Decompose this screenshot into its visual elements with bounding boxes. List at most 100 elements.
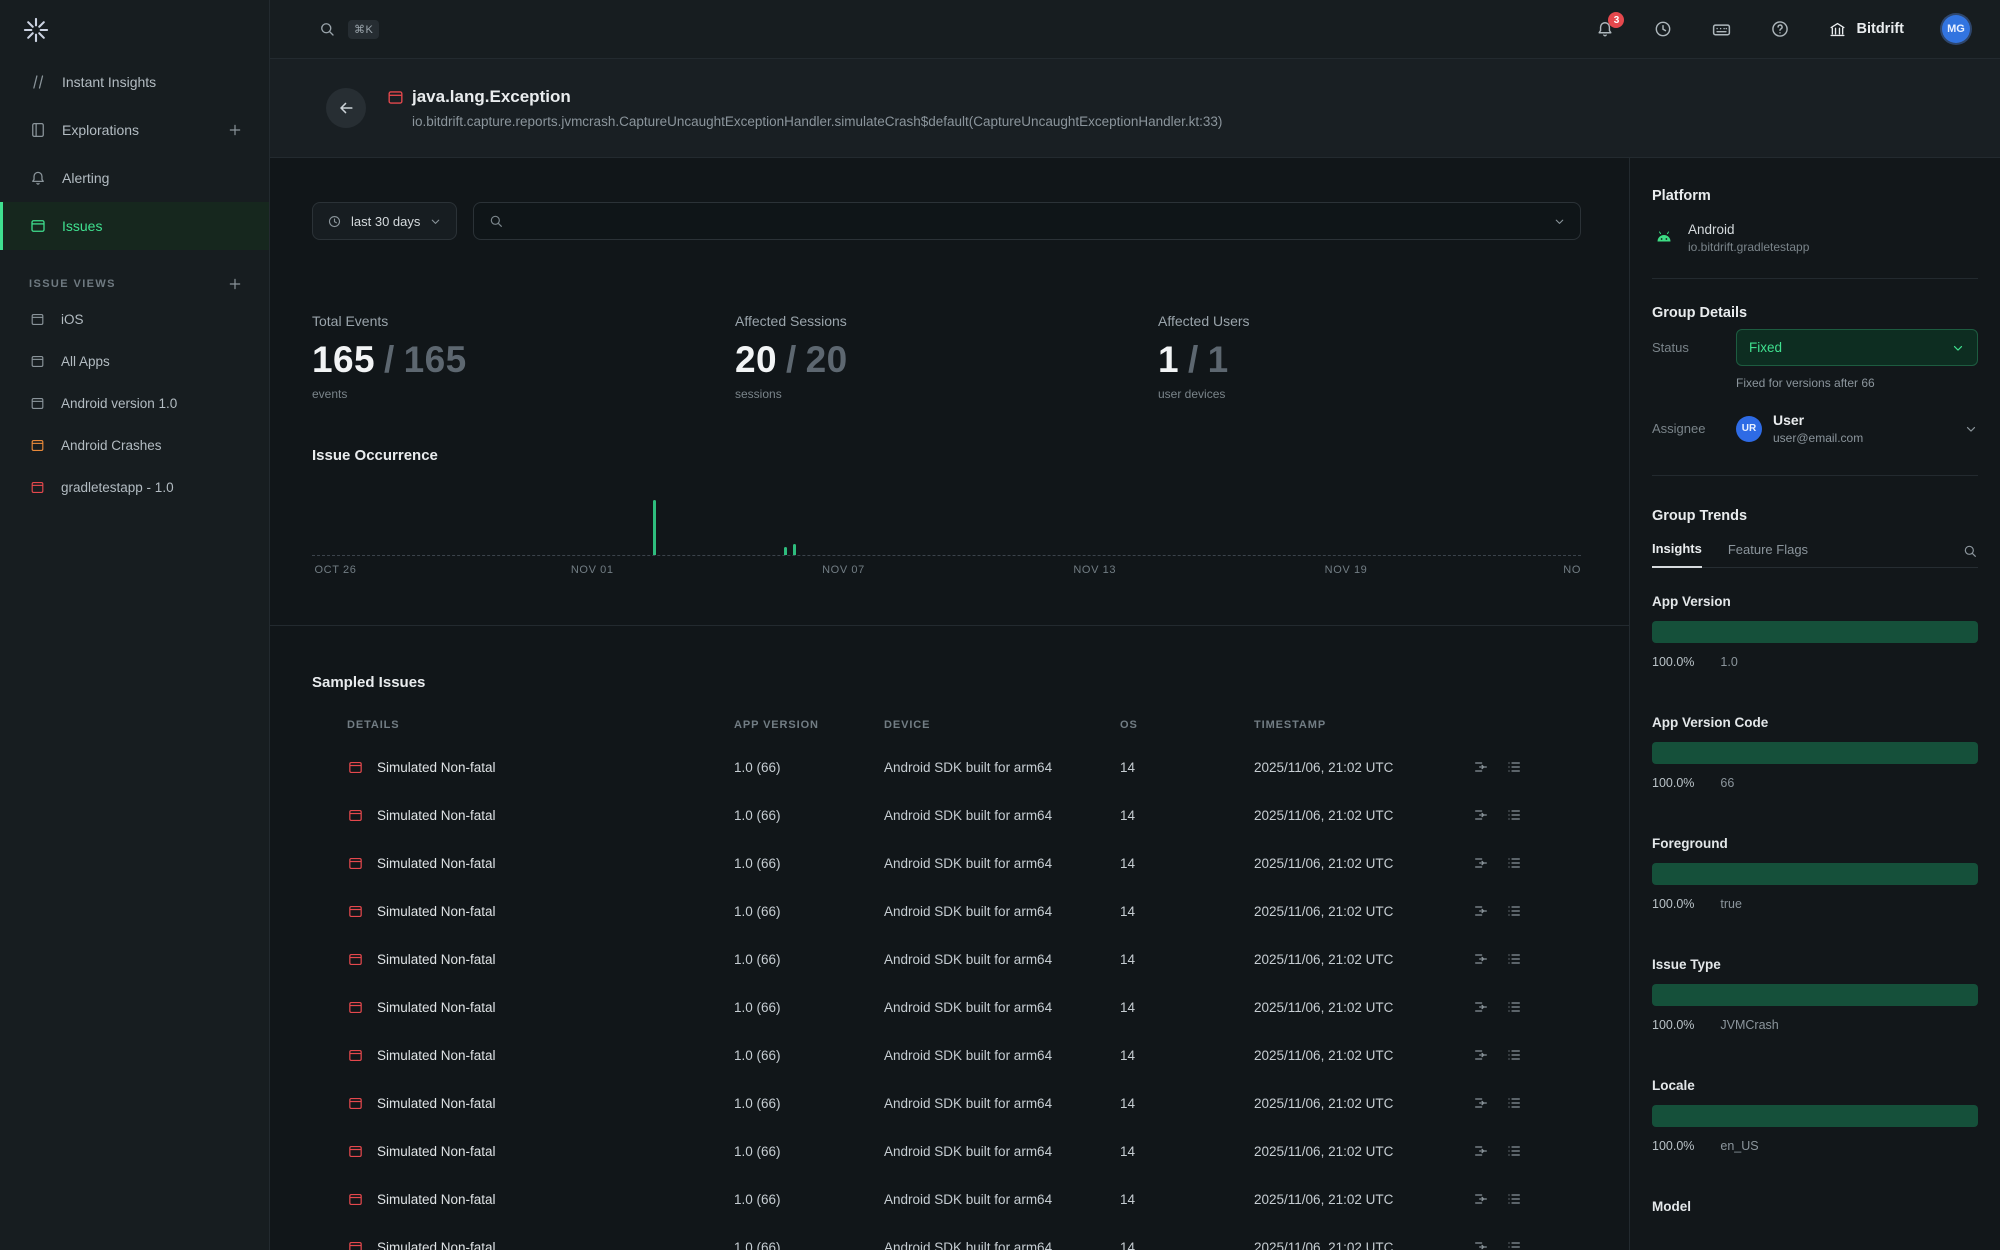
crash-view-icon	[29, 437, 46, 454]
table-row[interactable]: Simulated Non-fatal 1.0 (66) Android SDK…	[347, 1079, 1581, 1127]
open-details-icon[interactable]	[1506, 1047, 1522, 1063]
view-item-label: All Apps	[61, 354, 110, 369]
content: last 30 days	[270, 158, 2000, 1250]
issue-filter-input[interactable]	[514, 214, 1543, 229]
table-row[interactable]: Simulated Non-fatal 1.0 (66) Android SDK…	[347, 1175, 1581, 1223]
insight-bar[interactable]	[1652, 742, 1978, 764]
open-timeline-icon[interactable]	[1473, 1095, 1489, 1111]
row-details: Simulated Non-fatal	[347, 999, 734, 1016]
sidebar-item-instant-insights[interactable]: Instant Insights	[0, 58, 269, 106]
open-timeline-icon[interactable]	[1473, 951, 1489, 967]
chevron-down-icon	[1951, 341, 1965, 355]
open-timeline-icon[interactable]	[1473, 855, 1489, 871]
app-root: Instant Insights Explorations Alerting	[0, 0, 2000, 1250]
table-row[interactable]: Simulated Non-fatal 1.0 (66) Android SDK…	[347, 1223, 1581, 1250]
open-timeline-icon[interactable]	[1473, 807, 1489, 823]
view-item-label: iOS	[61, 312, 84, 327]
platform-title: Platform	[1652, 188, 1978, 204]
table-row[interactable]: Simulated Non-fatal 1.0 (66) Android SDK…	[347, 983, 1581, 1031]
insight-bar[interactable]	[1652, 863, 1978, 885]
sidebar-item-all-apps[interactable]: All Apps	[0, 340, 269, 382]
main-column: ⌘K 3 B	[270, 0, 2000, 1250]
group-trends-block: Group Trends Insights Feature Flags App …	[1652, 476, 1978, 1250]
open-details-icon[interactable]	[1506, 999, 1522, 1015]
sidebar-item-explorations[interactable]: Explorations	[0, 106, 269, 154]
open-timeline-icon[interactable]	[1473, 1191, 1489, 1207]
issue-subtitle: io.bitdrift.capture.reports.jvmcrash.Cap…	[412, 114, 1222, 129]
add-issue-view-button[interactable]	[227, 276, 243, 292]
insight-bar[interactable]	[1652, 1105, 1978, 1127]
insight-meta: 100.0% 66	[1652, 776, 1978, 790]
insight-bar[interactable]	[1652, 984, 1978, 1006]
insight-label: Locale	[1652, 1078, 1978, 1093]
open-details-icon[interactable]	[1506, 855, 1522, 871]
user-avatar[interactable]: MG	[1942, 15, 1970, 43]
open-timeline-icon[interactable]	[1473, 1143, 1489, 1159]
row-timestamp: 2025/11/06, 21:02 UTC	[1254, 1240, 1471, 1250]
tab-feature-flags[interactable]: Feature Flags	[1728, 542, 1808, 567]
open-details-icon[interactable]	[1506, 951, 1522, 967]
tab-insights[interactable]: Insights	[1652, 541, 1702, 568]
sidebar-item-android-crashes[interactable]: Android Crashes	[0, 424, 269, 466]
open-details-icon[interactable]	[1506, 1191, 1522, 1207]
insight-bar[interactable]	[1652, 621, 1978, 643]
insight-label: App Version	[1652, 594, 1978, 609]
open-timeline-icon[interactable]	[1473, 759, 1489, 775]
topbar-actions: 3 Bitdrift MG	[1595, 15, 1970, 43]
table-row[interactable]: Simulated Non-fatal 1.0 (66) Android SDK…	[347, 1127, 1581, 1175]
sidebar-item-alerting[interactable]: Alerting	[0, 154, 269, 202]
global-search[interactable]: ⌘K	[318, 20, 379, 39]
table-row[interactable]: Simulated Non-fatal 1.0 (66) Android SDK…	[347, 887, 1581, 935]
time-range-label: last 30 days	[351, 214, 420, 229]
android-icon	[1652, 226, 1676, 250]
row-timestamp: 2025/11/06, 21:02 UTC	[1254, 856, 1471, 871]
table-row[interactable]: Simulated Non-fatal 1.0 (66) Android SDK…	[347, 743, 1581, 791]
open-timeline-icon[interactable]	[1473, 1047, 1489, 1063]
open-timeline-icon[interactable]	[1473, 999, 1489, 1015]
bitdrift-logo-icon[interactable]	[22, 16, 50, 44]
column-header: DEVICE	[884, 719, 1120, 731]
group-trends-title: Group Trends	[1652, 508, 1978, 524]
keyboard-shortcuts-button[interactable]	[1711, 19, 1732, 40]
row-actions	[1471, 1095, 1581, 1111]
table-row[interactable]: Simulated Non-fatal 1.0 (66) Android SDK…	[347, 791, 1581, 839]
app-view-icon	[29, 353, 46, 370]
org-switcher[interactable]: Bitdrift	[1828, 20, 1904, 39]
table-row[interactable]: Simulated Non-fatal 1.0 (66) Android SDK…	[347, 935, 1581, 983]
notifications-button[interactable]: 3	[1595, 19, 1615, 39]
x-tick: NO	[1563, 564, 1581, 576]
table-row[interactable]: Simulated Non-fatal 1.0 (66) Android SDK…	[347, 1031, 1581, 1079]
crash-icon	[347, 999, 364, 1016]
add-exploration-button[interactable]	[227, 122, 243, 138]
recent-history-button[interactable]	[1653, 19, 1673, 39]
open-timeline-icon[interactable]	[1473, 1239, 1489, 1250]
row-device: Android SDK built for arm64	[884, 952, 1120, 967]
sidebar-item-gradletestapp[interactable]: gradletestapp - 1.0	[0, 466, 269, 508]
open-timeline-icon[interactable]	[1473, 903, 1489, 919]
table-row[interactable]: Simulated Non-fatal 1.0 (66) Android SDK…	[347, 839, 1581, 887]
sidebar-item-ios[interactable]: iOS	[0, 298, 269, 340]
sidebar-item-issues[interactable]: Issues	[0, 202, 269, 250]
open-details-icon[interactable]	[1506, 759, 1522, 775]
back-button[interactable]	[326, 88, 366, 128]
status-select[interactable]: Fixed	[1736, 329, 1978, 366]
stat-affected-users: Affected Users 1/1 user devices	[1158, 313, 1581, 401]
open-details-icon[interactable]	[1506, 1095, 1522, 1111]
search-icon	[488, 213, 504, 229]
open-details-icon[interactable]	[1506, 1143, 1522, 1159]
open-details-icon[interactable]	[1506, 903, 1522, 919]
open-details-icon[interactable]	[1506, 807, 1522, 823]
stat-label: Affected Sessions	[735, 313, 1158, 329]
crash-icon	[347, 951, 364, 968]
insight-value: JVMCrash	[1720, 1018, 1778, 1032]
open-details-icon[interactable]	[1506, 1239, 1522, 1250]
insight-app-version: App Version 100.0% 1.0	[1652, 594, 1978, 669]
time-range-button[interactable]: last 30 days	[312, 202, 457, 240]
chevron-down-icon[interactable]	[1553, 215, 1566, 228]
help-button[interactable]	[1770, 19, 1790, 39]
row-details: Simulated Non-fatal	[347, 1143, 734, 1160]
chevron-down-icon	[1964, 422, 1978, 436]
search-icon[interactable]	[1962, 543, 1978, 567]
assignee-select[interactable]: UR User user@email.com	[1736, 412, 1978, 445]
sidebar-item-android-version[interactable]: Android version 1.0	[0, 382, 269, 424]
